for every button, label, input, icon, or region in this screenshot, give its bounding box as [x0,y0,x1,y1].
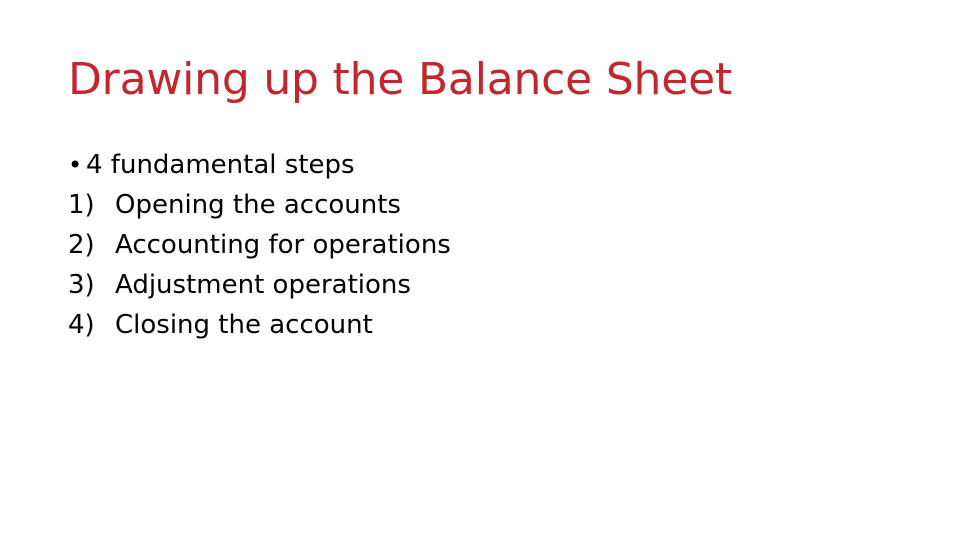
presentation-slide: Drawing up the Balance Sheet • 4 fundame… [0,0,960,540]
list-item-label: Adjustment operations [115,270,411,300]
list-item: 3) Adjustment operations [68,265,892,305]
bullet-item-label: 4 fundamental steps [86,150,355,180]
slide-body-content: • 4 fundamental steps 1) Opening the acc… [68,145,892,345]
bullet-point-icon: • [68,151,83,179]
list-item-number: 3) [68,270,95,300]
list-item: 1) Opening the accounts [68,185,892,225]
page-title: Drawing up the Balance Sheet [68,54,733,105]
list-item-number: 4) [68,310,95,340]
list-item-bullet: • 4 fundamental steps [68,145,892,185]
list-item: 4) Closing the account [68,305,892,345]
list-item-label: Closing the account [115,310,373,340]
list-item-number: 2) [68,230,95,260]
list-item: 2) Accounting for operations [68,225,892,265]
list-item-label: Opening the accounts [115,190,401,220]
list-item-label: Accounting for operations [115,230,451,260]
list-item-number: 1) [68,190,95,220]
